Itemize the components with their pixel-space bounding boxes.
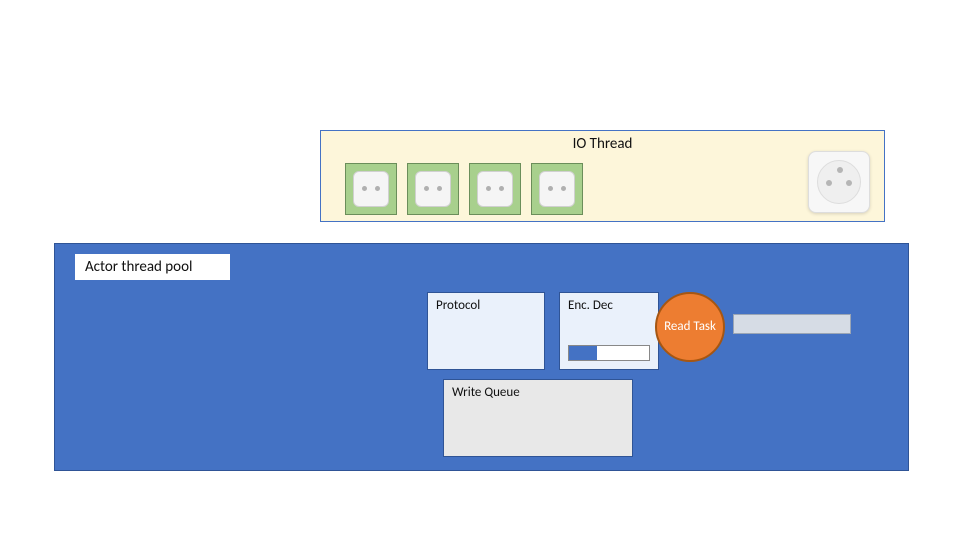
actor-thread-pool-label: Actor thread pool: [75, 254, 230, 280]
read-task-bar: [733, 314, 851, 334]
socket-icon: [531, 163, 583, 215]
socket-icon: [345, 163, 397, 215]
enc-dec-box: Enc. Dec: [559, 292, 659, 370]
actor-thread-pool-box: Actor thread pool Protocol Enc. Dec Writ…: [54, 243, 909, 471]
protocol-label: Protocol: [428, 293, 544, 318]
enc-dec-progress: [568, 345, 650, 361]
socket-icon: [469, 163, 521, 215]
io-thread-label: IO Thread: [321, 135, 884, 153]
protocol-box: Protocol: [427, 292, 545, 370]
io-thread-box: IO Thread: [320, 130, 885, 222]
write-queue-box: Write Queue: [443, 379, 633, 457]
socket-row: [345, 163, 583, 215]
socket-icon: [407, 163, 459, 215]
write-queue-label: Write Queue: [444, 380, 632, 405]
read-task-circle: Read Task: [655, 292, 725, 362]
read-task-label: Read Task: [664, 320, 716, 334]
enc-dec-label: Enc. Dec: [560, 293, 658, 318]
outlet-icon: [808, 151, 870, 213]
